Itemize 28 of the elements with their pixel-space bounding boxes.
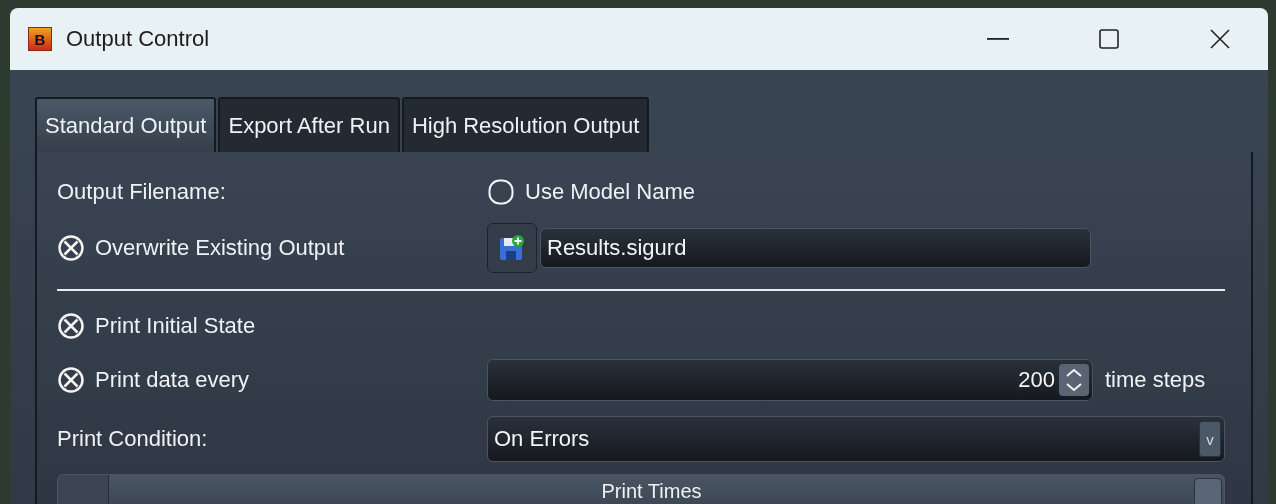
minimize-icon [986,38,1009,40]
tab[interactable]: High Resolution Output [401,97,650,152]
spin-box[interactable]: 200 [487,359,1093,401]
checkbox-label: Use Model Name [525,179,695,205]
unit-label: time steps [1105,367,1206,393]
tab[interactable]: Export After Run [218,97,400,152]
form-label: Output Filename: [57,179,227,205]
close-icon [1207,27,1232,51]
maximize-icon [1096,27,1121,51]
checkbox-label: Print Initial State [95,313,256,339]
form-label: Print Condition: [57,426,209,452]
header-cell [58,475,109,504]
app-logo: B [28,27,52,51]
checkbox[interactable] [487,178,515,206]
tab[interactable]: Standard Output [35,97,217,152]
checkbox[interactable] [57,312,85,340]
header-title: Print Times [600,479,703,504]
checkbox[interactable] [57,366,85,394]
save-button[interactable] [487,223,537,273]
dropdown[interactable]: On Errors v [487,416,1225,462]
checkbox-label: Overwrite Existing Output [95,235,345,261]
checkbox[interactable] [57,234,85,262]
spin-value: 200 [1018,367,1055,393]
filename-field[interactable]: Results.sigurd [540,228,1091,268]
spin-arrows-icon[interactable] [1059,364,1089,396]
window-title: Output Control [66,26,210,52]
scroll-handle[interactable] [1194,478,1222,504]
checkbox-label: Print data every [95,367,250,393]
